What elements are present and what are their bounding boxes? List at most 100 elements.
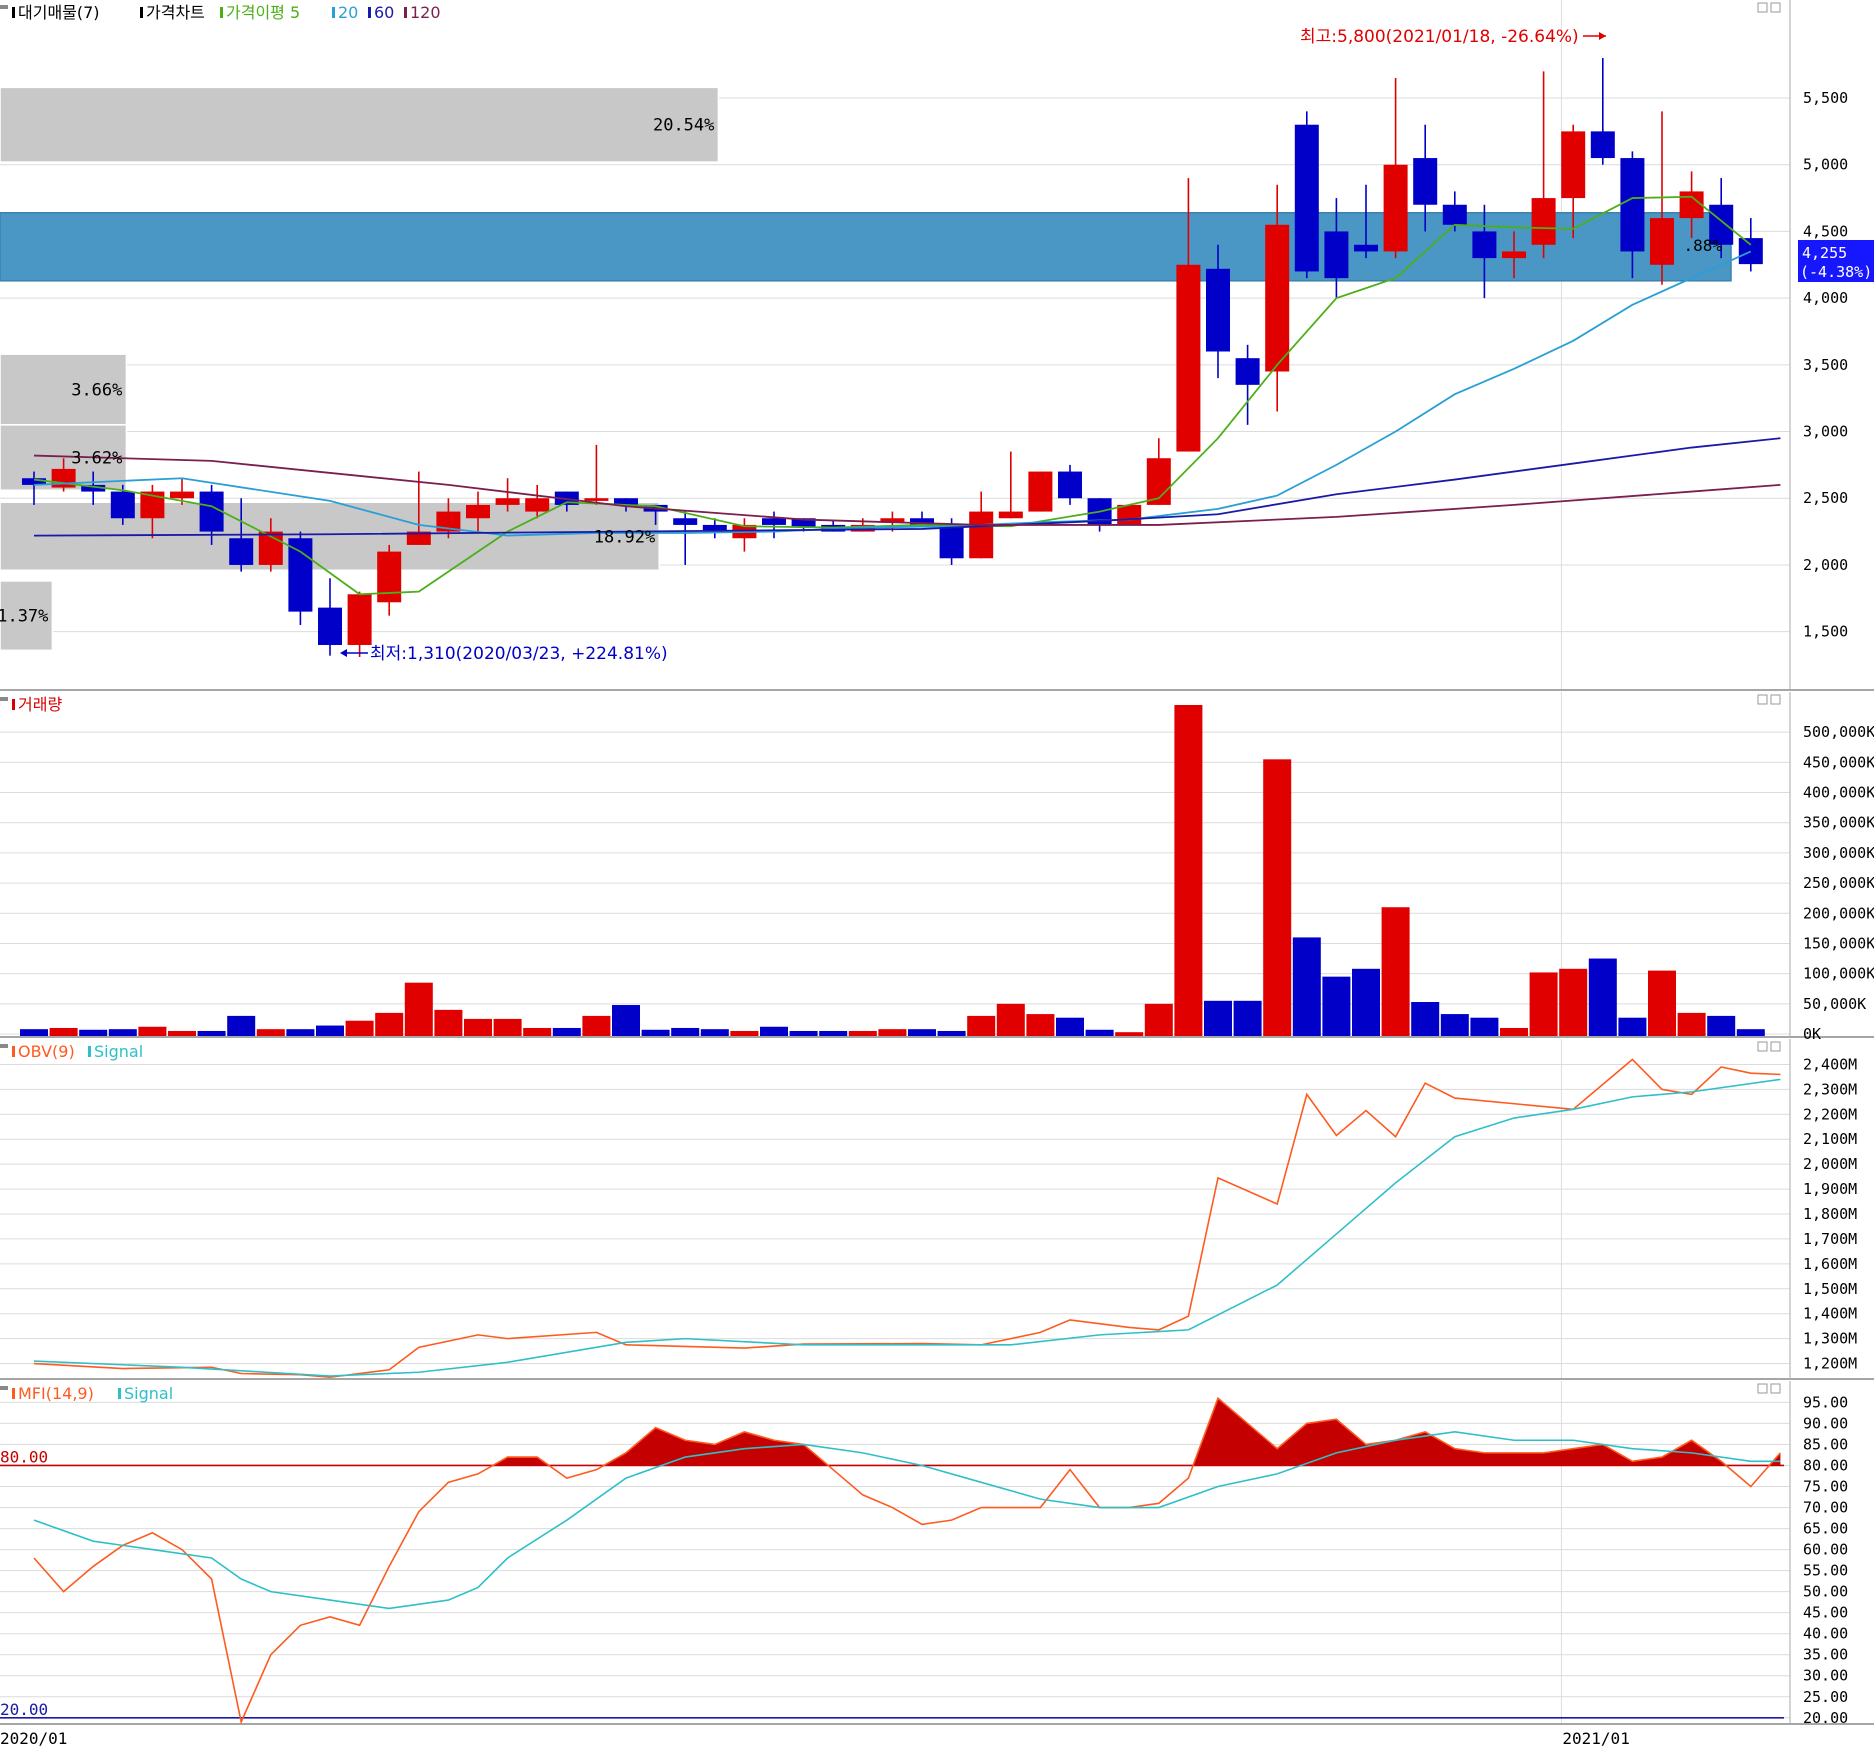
y-tick-label: 50,000K <box>1803 995 1866 1013</box>
legend-swatch <box>140 7 143 18</box>
candle-body <box>318 607 342 645</box>
volume-bar <box>789 1030 818 1036</box>
volume-bar <box>20 1029 48 1036</box>
volume-bar <box>108 1029 137 1036</box>
volume-bar <box>1500 1027 1528 1036</box>
volume-bar <box>1559 968 1588 1036</box>
volume-bar <box>1440 1014 1469 1036</box>
y-tick-label: 50.00 <box>1803 1583 1848 1601</box>
legend-obv-label: OBV(9) <box>18 1042 75 1061</box>
close-icon[interactable] <box>1770 1383 1781 1394</box>
legend-swatch <box>12 1046 15 1057</box>
candle-body <box>1502 251 1526 259</box>
candle-body <box>1058 471 1082 499</box>
band-label: .88% <box>1683 236 1722 255</box>
volume-bar <box>996 1003 1025 1036</box>
volume-bar <box>848 1030 877 1036</box>
volume-bar <box>641 1029 670 1036</box>
y-tick-label: 200,000K <box>1803 904 1874 922</box>
y-tick-label: 45.00 <box>1803 1604 1848 1622</box>
volume-bar <box>345 1020 374 1036</box>
volume-bar <box>552 1027 581 1036</box>
volume-bar <box>286 1029 315 1036</box>
volume-bar <box>1707 1015 1736 1036</box>
volume-bar <box>1263 759 1292 1036</box>
legend-swatch <box>118 1388 121 1399</box>
volume-bar <box>1588 958 1617 1036</box>
volume-bar <box>227 1015 256 1036</box>
volume-bar <box>730 1030 759 1036</box>
candle-body <box>1324 231 1349 279</box>
minimize-icon[interactable] <box>1757 1383 1768 1394</box>
volume-bar <box>671 1027 700 1036</box>
candle-body <box>1206 268 1230 352</box>
y-tick-label: 1,500 <box>1803 623 1848 641</box>
volume-bar <box>1322 976 1351 1036</box>
volume-bar <box>404 982 433 1036</box>
candle <box>1117 504 1142 525</box>
y-tick-label: 2,100M <box>1803 1130 1857 1148</box>
y-tick-label: 150,000K <box>1803 934 1874 952</box>
minimize-icon[interactable] <box>1757 1041 1768 1052</box>
volume-bar <box>1056 1017 1084 1036</box>
y-tick-label: 80.00 <box>1803 1456 1848 1474</box>
volume-bar <box>1352 968 1380 1036</box>
volume-bar <box>1411 1002 1440 1036</box>
legend-obv-label: Signal <box>94 1042 143 1061</box>
volume-bar <box>1648 970 1676 1036</box>
legend-main-label: 대기매물(7) <box>18 3 100 22</box>
minimize-icon[interactable] <box>1757 2 1768 13</box>
candle-body <box>170 491 194 499</box>
x-tick-label: 2020/01 <box>0 1729 67 1748</box>
volume-bar <box>316 1025 344 1036</box>
y-tick-label: 2,000M <box>1803 1155 1857 1173</box>
y-tick-label: 20.00 <box>1803 1709 1848 1727</box>
y-tick-label: 5,000 <box>1803 156 1848 174</box>
volume-bar <box>760 1026 788 1036</box>
y-tick-label: 1,900M <box>1803 1180 1857 1198</box>
y-tick-label: 2,300M <box>1803 1080 1857 1098</box>
volume-bar <box>197 1030 226 1036</box>
candle <box>1028 471 1053 512</box>
mfi-upper-label: 80.00 <box>0 1447 48 1466</box>
supply-zone-label: 18.92% <box>594 527 655 547</box>
y-tick-label: 4,000 <box>1803 289 1848 307</box>
candle-body <box>1561 131 1586 199</box>
volume-bar <box>434 1009 463 1036</box>
volume-bar <box>1174 705 1203 1036</box>
volume-bar <box>1026 1014 1055 1036</box>
volume-bar <box>1085 1029 1114 1036</box>
volume-bar <box>700 1029 729 1036</box>
volume-bar <box>1381 907 1410 1036</box>
y-tick-label: 1,800M <box>1803 1205 1857 1223</box>
y-tick-label: 40.00 <box>1803 1625 1848 1643</box>
y-tick-label: 0K <box>1803 1025 1821 1043</box>
close-icon[interactable] <box>1770 2 1781 13</box>
legend-swatch <box>12 7 15 18</box>
y-tick-label: 450,000K <box>1803 753 1874 771</box>
close-icon[interactable] <box>1770 694 1781 705</box>
legend-handle-icon <box>0 1386 8 1390</box>
candle-body <box>229 538 254 565</box>
high-annotation: 최고:5,800(2021/01/18, -26.64%) <box>1300 27 1579 47</box>
volume-bar <box>79 1029 108 1036</box>
last-price-label: 4,255 <box>1802 244 1847 262</box>
legend-handle-icon <box>0 5 8 9</box>
candle-body <box>584 498 609 501</box>
minimize-icon[interactable] <box>1757 694 1768 705</box>
x-tick-label: 2021/01 <box>1562 1729 1629 1748</box>
y-tick-label: 3,500 <box>1803 356 1848 374</box>
volume-bar <box>375 1012 404 1036</box>
candle-body <box>762 518 786 525</box>
volume-bar <box>464 1018 492 1036</box>
legend-mfi-label: Signal <box>124 1384 173 1403</box>
close-icon[interactable] <box>1770 1041 1781 1052</box>
volume-bar <box>493 1018 522 1036</box>
candle-body <box>969 511 994 559</box>
candle-body <box>1383 164 1408 252</box>
volume-bar <box>612 1005 640 1036</box>
legend-swatch <box>88 1046 91 1057</box>
candle-body <box>1620 158 1645 252</box>
volume-bar <box>1292 937 1321 1036</box>
volume-bar <box>1204 1000 1232 1036</box>
